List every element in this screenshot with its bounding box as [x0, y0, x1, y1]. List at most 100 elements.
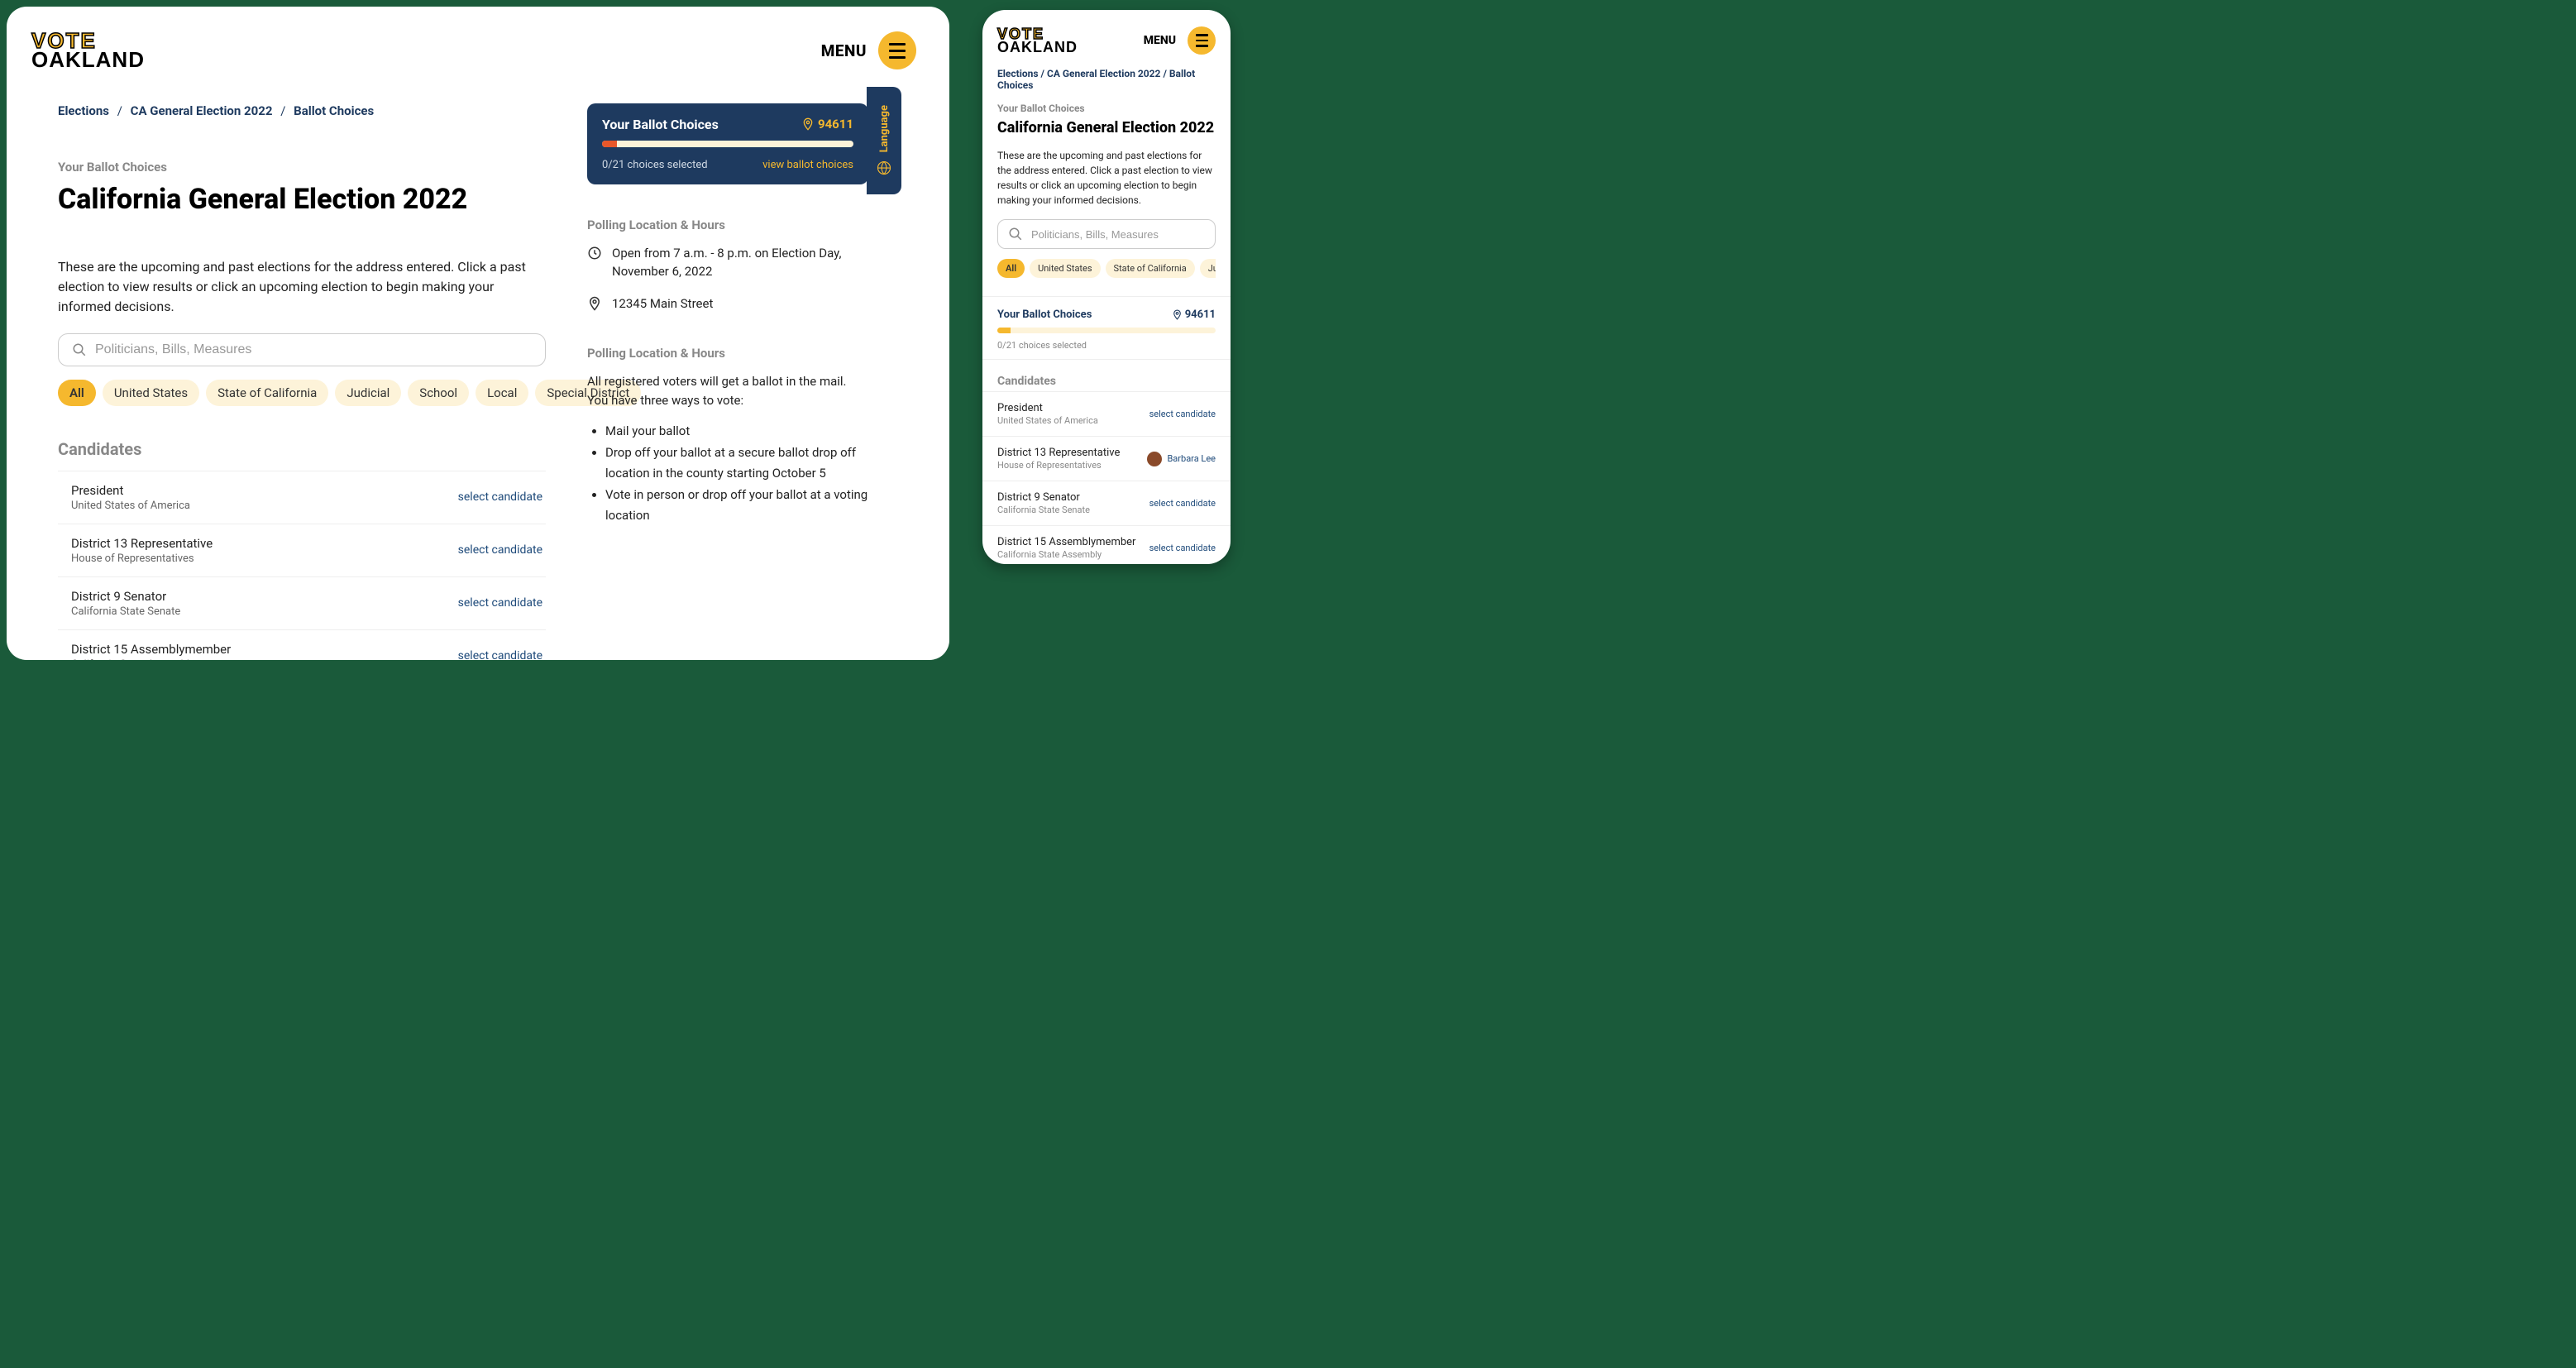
hamburger-icon: [889, 43, 906, 45]
voting-option: Drop off your ballot at a secure ballot …: [605, 442, 868, 485]
menu-button[interactable]: [1188, 26, 1216, 55]
intro-text: These are the upcoming and past election…: [997, 148, 1216, 208]
ballot-zip[interactable]: 94611: [801, 117, 853, 132]
progress-bar: [602, 141, 853, 147]
chip-united-states[interactable]: United States: [103, 380, 199, 406]
main-content: Elections / CA General Election 2022 / B…: [58, 103, 546, 649]
polling-hours-block: Polling Location & Hours Open from 7 a.m…: [587, 218, 868, 313]
search-icon: [72, 342, 87, 357]
chip-state-california[interactable]: State of California: [206, 380, 328, 406]
candidate-row[interactable]: District 9 Senator California State Sena…: [982, 481, 1231, 525]
search-box[interactable]: [997, 219, 1216, 249]
selected-candidate[interactable]: Barbara Lee: [1147, 452, 1216, 466]
search-box[interactable]: [58, 333, 546, 366]
logo-bottom: OAKLAND: [31, 50, 145, 69]
select-candidate-link[interactable]: select candidate: [458, 490, 542, 504]
logo[interactable]: VOTE OAKLAND: [31, 31, 145, 70]
language-tab[interactable]: Language: [867, 87, 901, 194]
eyebrow: Your Ballot Choices: [997, 103, 1216, 114]
ballot-card: Your Ballot Choices 94611 0/21 choices s…: [587, 103, 868, 184]
candidate-title: President: [997, 402, 1098, 414]
polling-title: Polling Location & Hours: [587, 218, 868, 232]
select-candidate-link[interactable]: select candidate: [458, 649, 542, 660]
candidate-title: District 15 Assemblymember: [997, 536, 1135, 548]
view-ballot-link[interactable]: view ballot choices: [762, 159, 853, 171]
chip-local[interactable]: Local: [476, 380, 528, 406]
candidate-row[interactable]: District 13 Representative House of Repr…: [982, 436, 1231, 481]
logo[interactable]: VOTE OAKLAND: [997, 27, 1078, 54]
select-candidate-link[interactable]: select candidate: [1149, 498, 1216, 509]
chip-united-states[interactable]: United States: [1030, 259, 1100, 278]
chip-judicial[interactable]: Judicial: [1200, 259, 1216, 278]
candidate-subtitle: California State Senate: [71, 605, 180, 618]
breadcrumb-election-2022[interactable]: CA General Election 2022: [1047, 68, 1160, 79]
clock-icon: [587, 246, 602, 261]
breadcrumb-elections[interactable]: Elections: [997, 68, 1039, 79]
chip-judicial[interactable]: Judicial: [335, 380, 401, 406]
progress-fill: [602, 141, 617, 147]
logo-bottom: OAKLAND: [997, 41, 1078, 54]
breadcrumb: Elections / CA General Election 2022 / B…: [58, 103, 546, 118]
header: VOTE OAKLAND MENU: [7, 7, 949, 79]
progress-bar: [997, 328, 1216, 333]
intro-text: These are the upcoming and past election…: [58, 257, 546, 317]
breadcrumb: Elections / CA General Election 2022 / B…: [997, 68, 1216, 91]
desktop-view: VOTE OAKLAND MENU Elections / CA General…: [7, 7, 949, 660]
menu-group: MENU: [821, 31, 916, 69]
menu-group: MENU: [1144, 26, 1216, 55]
candidate-row[interactable]: District 15 Assemblymember California St…: [982, 525, 1231, 564]
candidate-subtitle: House of Representatives: [997, 460, 1120, 471]
select-candidate-link[interactable]: select candidate: [1149, 543, 1216, 553]
select-candidate-link[interactable]: select candidate: [458, 596, 542, 610]
search-icon: [1008, 227, 1023, 242]
mobile-view: VOTE OAKLAND MENU Elections / CA General…: [982, 10, 1231, 564]
menu-button[interactable]: [878, 31, 916, 69]
page-title: California General Election 2022: [997, 119, 1216, 136]
chip-all[interactable]: All: [58, 380, 96, 406]
polling-hours: Open from 7 a.m. - 8 p.m. on Election Da…: [612, 244, 868, 281]
breadcrumb-ballot-choices[interactable]: Ballot Choices: [294, 103, 374, 118]
voting-options-list: Mail your ballot Drop off your ballot at…: [587, 421, 868, 527]
candidate-title: District 15 Assemblymember: [71, 642, 231, 657]
candidate-subtitle: California State Assembly: [71, 658, 231, 660]
language-label: Language: [878, 105, 891, 152]
eyebrow: Your Ballot Choices: [58, 160, 546, 175]
pin-icon: [1172, 309, 1183, 320]
candidates-list: President United States of America selec…: [58, 471, 546, 660]
candidate-subtitle: House of Representatives: [71, 552, 213, 565]
polling-address: 12345 Main Street: [612, 294, 713, 313]
globe-icon: [877, 160, 891, 175]
breadcrumb-elections[interactable]: Elections: [58, 103, 109, 118]
candidate-row[interactable]: District 9 Senator California State Sena…: [58, 576, 546, 629]
ballot-zip[interactable]: 94611: [1172, 309, 1216, 321]
candidate-title: District 9 Senator: [997, 491, 1090, 504]
search-input[interactable]: [1031, 228, 1205, 241]
select-candidate-link[interactable]: select candidate: [1149, 409, 1216, 419]
candidates-heading: Candidates: [997, 375, 1216, 388]
candidate-row[interactable]: President United States of America selec…: [58, 471, 546, 524]
chip-school[interactable]: School: [408, 380, 469, 406]
chip-all[interactable]: All: [997, 259, 1025, 278]
select-candidate-link[interactable]: select candidate: [458, 543, 542, 557]
candidate-row[interactable]: President United States of America selec…: [982, 391, 1231, 436]
candidate-title: District 9 Senator: [71, 589, 180, 604]
avatar: [1147, 452, 1162, 466]
candidate-title: President: [71, 483, 190, 498]
breadcrumb-election-2022[interactable]: CA General Election 2022: [131, 103, 273, 118]
search-input[interactable]: [95, 342, 532, 357]
candidate-subtitle: United States of America: [997, 415, 1098, 426]
voting-options-block: Polling Location & Hours All registered …: [587, 346, 868, 527]
filter-chips: All United States State of California Ju…: [997, 259, 1216, 278]
chip-state-california[interactable]: State of California: [1106, 259, 1195, 278]
voting-option: Vote in person or drop off your ballot a…: [605, 485, 868, 527]
voting-intro: All registered voters will get a ballot …: [587, 372, 868, 409]
candidate-title: District 13 Representative: [71, 536, 213, 551]
candidate-row[interactable]: District 13 Representative House of Repr…: [58, 524, 546, 576]
filter-chips: All United States State of California Ju…: [58, 380, 546, 406]
candidate-subtitle: United States of America: [71, 500, 190, 512]
candidate-row[interactable]: District 15 Assemblymember California St…: [58, 629, 546, 660]
ballot-card-title: Your Ballot Choices: [602, 117, 719, 132]
ballot-title: Your Ballot Choices: [997, 309, 1092, 321]
polling-title-2: Polling Location & Hours: [587, 346, 868, 361]
sidebar: Language Your Ballot Choices 94611 0/21 …: [587, 103, 868, 649]
